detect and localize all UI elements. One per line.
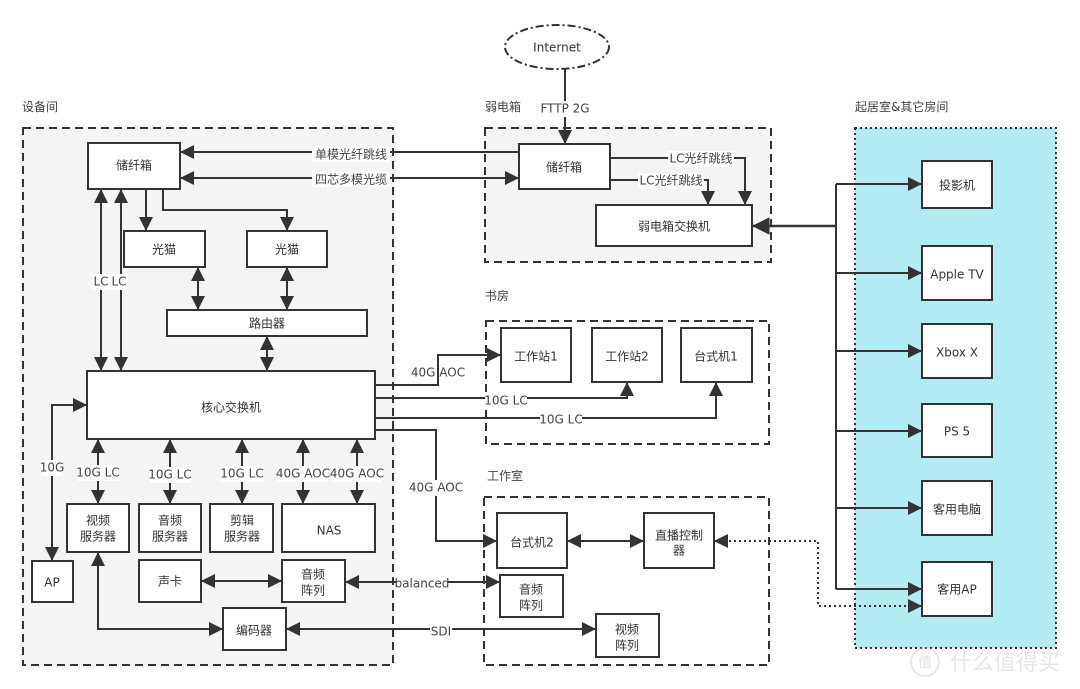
edge-label: 10G LC — [539, 413, 582, 427]
svg-text:阵列: 阵列 — [301, 584, 325, 598]
edge-label: LC — [111, 275, 126, 289]
svg-text:声卡: 声卡 — [158, 575, 182, 589]
edge-label: LC — [93, 275, 108, 289]
edge-label: 四芯多模光缆 — [315, 173, 387, 187]
node-ap[interactable]: AP — [31, 560, 74, 603]
edge-label: balanced — [395, 577, 450, 591]
svg-text:客用电脑: 客用电脑 — [933, 502, 981, 517]
svg-text:值: 值 — [918, 655, 932, 671]
edge-label: 10G LC — [76, 466, 119, 480]
edge-label: 40G AOC — [409, 481, 463, 495]
node-video-server[interactable]: 视频服务器 — [66, 503, 130, 553]
svg-text:台式机2: 台式机2 — [510, 535, 554, 550]
group-label: 设备间 — [22, 100, 58, 114]
node-projector[interactable]: 投影机 — [921, 160, 993, 209]
svg-text:器: 器 — [673, 544, 685, 558]
node-desktop-1[interactable]: 台式机1 — [680, 327, 753, 383]
svg-text:核心交换机: 核心交换机 — [201, 400, 261, 415]
edge-label: 10G LC — [484, 394, 527, 408]
svg-text:服务器: 服务器 — [224, 529, 260, 544]
edge-label: 10G LC — [220, 467, 263, 481]
group-label: 工作室 — [487, 468, 523, 483]
node-live-controller[interactable]: 直播控制器 — [643, 512, 715, 569]
svg-text:服务器: 服务器 — [152, 529, 188, 544]
node-edit-server[interactable]: 剪辑服务器 — [209, 503, 274, 553]
node-audio-matrix-studio[interactable]: 音频阵列 — [499, 574, 564, 618]
node-sound-card[interactable]: 声卡 — [138, 559, 202, 603]
edge-label: 10G LC — [148, 468, 191, 482]
svg-text:什么值得买: 什么值得买 — [950, 651, 1060, 676]
node-xbox[interactable]: Xbox X — [921, 323, 993, 379]
node-modem-2[interactable]: 光猫 — [246, 230, 328, 268]
node-weak-switch[interactable]: 弱电箱交换机 — [595, 204, 753, 247]
node-fiber-box-right[interactable]: 储纤箱 — [518, 143, 611, 190]
svg-text:直播控制: 直播控制 — [655, 529, 703, 543]
edge-label: 40G AOC — [276, 467, 330, 481]
node-apple-tv[interactable]: Apple TV — [921, 245, 993, 301]
group-label: 书房 — [485, 288, 509, 303]
edge-label: SDI — [431, 625, 451, 639]
svg-text:储纤箱: 储纤箱 — [116, 158, 152, 173]
group-label: 弱电箱 — [485, 99, 521, 114]
svg-text:视频: 视频 — [615, 622, 639, 637]
node-core-switch[interactable]: 核心交换机 — [86, 370, 376, 440]
svg-text:工作站1: 工作站1 — [514, 350, 558, 364]
node-router[interactable]: 路由器 — [166, 309, 368, 337]
edge-label: 40G AOC — [330, 467, 384, 481]
svg-text:剪辑: 剪辑 — [230, 513, 254, 528]
edge-label: LC光纤跳线 — [639, 174, 702, 188]
edge-label: 10G — [40, 461, 65, 475]
svg-text:音频: 音频 — [519, 582, 543, 597]
node-ps5[interactable]: PS 5 — [921, 403, 993, 458]
svg-text:AP: AP — [44, 576, 59, 590]
watermark-logo: 值 什么值得买 — [910, 647, 1060, 677]
node-workstation-1[interactable]: 工作站1 — [500, 327, 572, 383]
node-audio-matrix-left[interactable]: 音频阵列 — [281, 559, 346, 603]
svg-text:光猫: 光猫 — [152, 243, 176, 257]
node-fiber-box-left[interactable]: 储纤箱 — [87, 142, 181, 190]
edge-label: 40G AOC — [411, 366, 465, 380]
svg-text:光猫: 光猫 — [275, 243, 299, 257]
node-encoder[interactable]: 编码器 — [222, 607, 287, 651]
svg-text:PS 5: PS 5 — [944, 425, 970, 439]
svg-text:编码器: 编码器 — [236, 623, 272, 638]
svg-text:Internet: Internet — [533, 41, 581, 55]
svg-text:弱电箱交换机: 弱电箱交换机 — [638, 219, 710, 234]
node-guest-ap[interactable]: 客用AP — [921, 561, 993, 617]
group-label: 起居室&其它房间 — [855, 99, 948, 114]
edge-label: FTTP 2G — [540, 102, 589, 116]
internet-cloud[interactable]: Internet — [504, 24, 610, 70]
svg-text:阵列: 阵列 — [615, 639, 639, 653]
node-nas[interactable]: NAS — [281, 503, 376, 553]
edge-label: LC光纤跳线 — [669, 152, 732, 166]
node-workstation-2[interactable]: 工作站2 — [591, 327, 663, 383]
svg-text:音频: 音频 — [301, 567, 325, 582]
svg-text:路由器: 路由器 — [249, 316, 285, 331]
svg-text:阵列: 阵列 — [519, 599, 543, 613]
network-diagram: 设备间 弱电箱 书房 工作室 起居室&其它房间 Internet 单模光纤跳线 … — [22, 24, 1060, 677]
svg-text:工作站2: 工作站2 — [605, 350, 649, 364]
svg-text:NAS: NAS — [317, 524, 342, 538]
svg-text:储纤箱: 储纤箱 — [546, 160, 582, 175]
svg-text:服务器: 服务器 — [80, 529, 116, 544]
node-desktop-2[interactable]: 台式机2 — [496, 512, 568, 569]
svg-text:客用AP: 客用AP — [937, 582, 976, 597]
svg-text:台式机1: 台式机1 — [694, 349, 738, 364]
edge-label: 单模光纤跳线 — [315, 148, 387, 162]
svg-text:视频: 视频 — [86, 513, 110, 528]
svg-text:Apple TV: Apple TV — [930, 268, 984, 282]
svg-text:音频: 音频 — [158, 513, 182, 528]
node-video-matrix[interactable]: 视频阵列 — [595, 613, 660, 658]
svg-text:投影机: 投影机 — [939, 178, 975, 193]
node-guest-pc[interactable]: 客用电脑 — [921, 480, 993, 536]
svg-text:Xbox X: Xbox X — [936, 346, 978, 360]
node-modem-1[interactable]: 光猫 — [123, 230, 206, 268]
node-audio-server[interactable]: 音频服务器 — [138, 503, 202, 553]
